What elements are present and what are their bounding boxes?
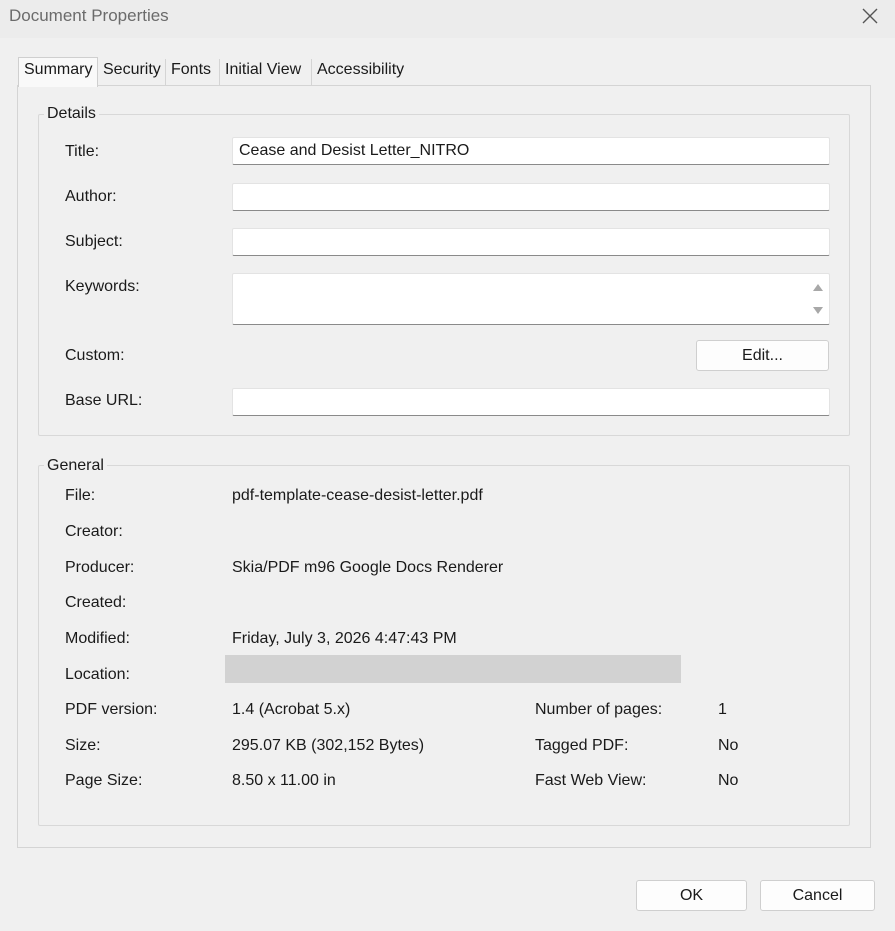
tab-summary[interactable]: Summary bbox=[18, 57, 98, 87]
close-button[interactable] bbox=[852, 0, 888, 32]
tab-label: Security bbox=[103, 61, 161, 78]
keywords-field[interactable] bbox=[232, 273, 830, 325]
window-title: Document Properties bbox=[9, 6, 169, 25]
num-pages-value: 1 bbox=[718, 701, 727, 718]
location-value-redacted bbox=[225, 655, 681, 683]
tab-security[interactable]: Security bbox=[98, 59, 166, 85]
num-pages-label: Number of pages: bbox=[535, 701, 663, 718]
tab-label: Accessibility bbox=[317, 61, 405, 78]
tab-initial-view[interactable]: Initial View bbox=[220, 59, 312, 85]
author-label: Author: bbox=[65, 188, 117, 205]
subject-label: Subject: bbox=[65, 233, 123, 250]
custom-label: Custom: bbox=[65, 347, 125, 364]
close-icon bbox=[862, 8, 878, 24]
general-group-label: General bbox=[44, 457, 107, 475]
fast-web-view-label: Fast Web View: bbox=[535, 772, 647, 789]
scroll-down-button[interactable] bbox=[811, 304, 825, 318]
file-value: pdf-template-cease-desist-letter.pdf bbox=[232, 487, 483, 504]
scroll-up-button[interactable] bbox=[811, 280, 825, 294]
title-field[interactable] bbox=[232, 137, 830, 165]
tagged-pdf-label: Tagged PDF: bbox=[535, 737, 629, 754]
tab-label: Initial View bbox=[225, 61, 302, 78]
base-url-label: Base URL: bbox=[65, 392, 143, 409]
page-size-value: 8.50 x 11.00 in bbox=[232, 772, 336, 789]
tab-label: Summary bbox=[24, 61, 93, 78]
title-bar: Document Properties bbox=[0, 0, 895, 38]
tab-label: Fonts bbox=[171, 61, 212, 78]
base-url-field[interactable] bbox=[232, 388, 830, 416]
creator-label: Creator: bbox=[65, 523, 123, 540]
page-size-label: Page Size: bbox=[65, 772, 143, 789]
fast-web-view-value: No bbox=[718, 772, 739, 789]
scroll-up-icon bbox=[813, 284, 823, 291]
modified-value: Friday, July 3, 2026 4:47:43 PM bbox=[232, 630, 457, 647]
producer-value: Skia/PDF m96 Google Docs Renderer bbox=[232, 559, 504, 576]
tab-fonts[interactable]: Fonts bbox=[166, 59, 220, 85]
producer-label: Producer: bbox=[65, 559, 135, 576]
ok-button[interactable]: OK bbox=[636, 880, 747, 911]
subject-field[interactable] bbox=[232, 228, 830, 256]
title-label: Title: bbox=[65, 143, 100, 160]
pdf-version-label: PDF version: bbox=[65, 701, 158, 718]
created-label: Created: bbox=[65, 594, 127, 611]
cancel-button[interactable]: Cancel bbox=[760, 880, 875, 911]
size-label: Size: bbox=[65, 737, 101, 754]
pdf-version-value: 1.4 (Acrobat 5.x) bbox=[232, 701, 351, 718]
keywords-label: Keywords: bbox=[65, 278, 140, 295]
location-label: Location: bbox=[65, 666, 130, 683]
tagged-pdf-value: No bbox=[718, 737, 739, 754]
edit-custom-button[interactable]: Edit... bbox=[696, 340, 829, 371]
details-group-label: Details bbox=[44, 105, 99, 123]
modified-label: Modified: bbox=[65, 630, 130, 647]
file-label: File: bbox=[65, 487, 96, 504]
size-value: 295.07 KB (302,152 Bytes) bbox=[232, 737, 425, 754]
scroll-down-icon bbox=[813, 307, 823, 314]
tab-accessibility[interactable]: Accessibility bbox=[312, 59, 406, 85]
author-field[interactable] bbox=[232, 183, 830, 211]
